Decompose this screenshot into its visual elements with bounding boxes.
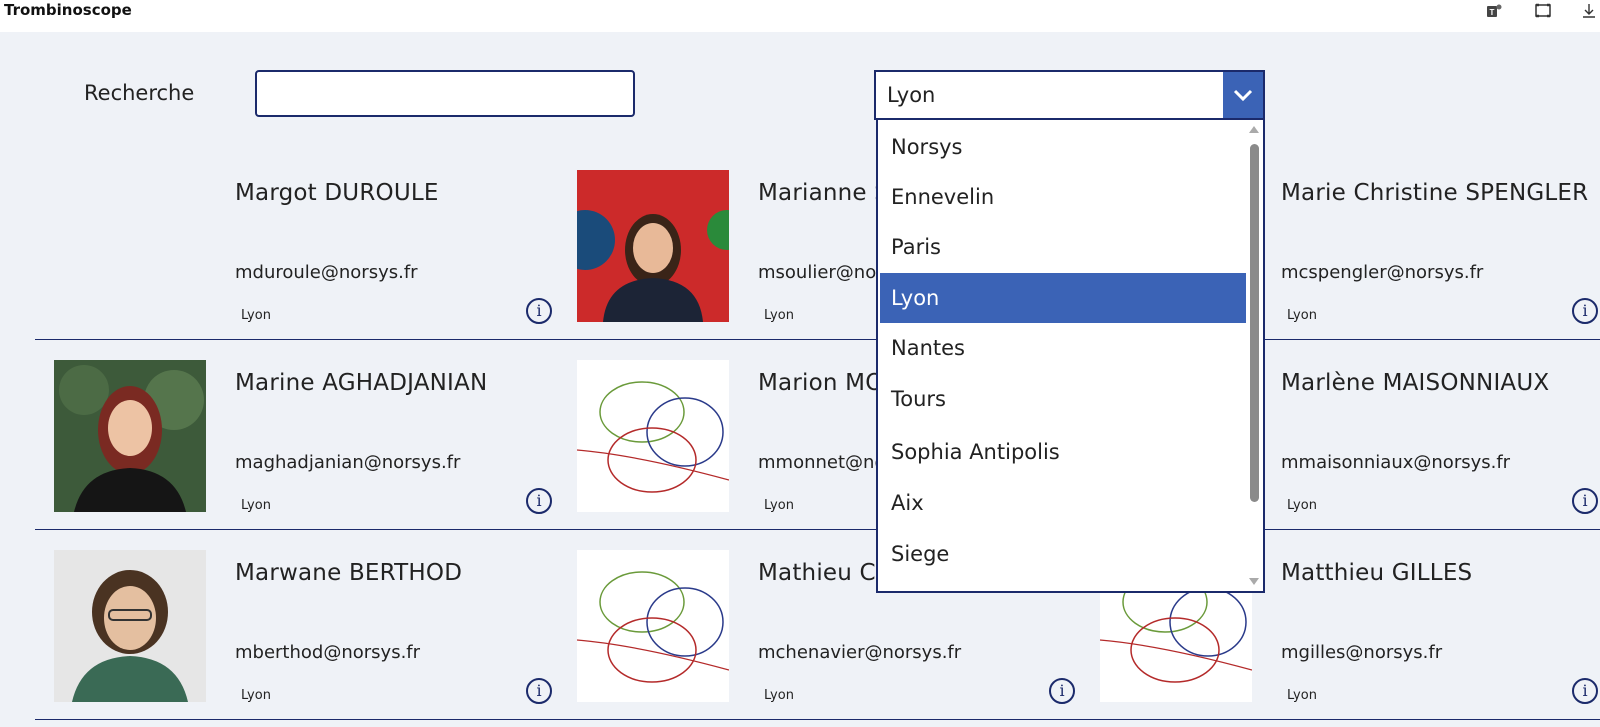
dropdown-option[interactable]: Tours [880,374,1246,424]
city-dropdown-list: Norsys Ennevelin Paris Lyon Nantes Tours… [876,120,1265,593]
info-icon[interactable]: i [526,298,552,324]
row-divider [35,719,1600,720]
scroll-down-arrow-icon[interactable] [1249,578,1259,585]
info-icon[interactable]: i [1049,678,1075,704]
person-photo [54,550,206,702]
person-email: maghadjanian@norsys.fr [235,452,461,473]
person-city: Lyon [1287,688,1317,703]
person-email: mduroule@norsys.fr [235,262,418,283]
person-city: Lyon [764,498,794,513]
person-card[interactable]: Marwane BERTHOD mberthod@norsys.fr Lyon … [35,530,558,720]
person-card[interactable]: Margot DUROULE mduroule@norsys.fr Lyon i [35,150,558,340]
person-city: Lyon [241,498,271,513]
person-email: mcspengler@norsys.fr [1281,262,1484,283]
person-name: Margot DUROULE [235,180,439,206]
person-name: Marie Christine SPENGLER [1281,180,1589,206]
info-icon[interactable]: i [1572,298,1598,324]
city-dropdown-value: Lyon [887,83,936,107]
person-city: Lyon [241,308,271,323]
fullscreen-icon[interactable] [1534,2,1552,20]
dropdown-option[interactable]: Norsys [880,122,1246,172]
dropdown-option[interactable]: Ennevelin [880,172,1246,222]
download-icon[interactable] [1580,2,1598,20]
dropdown-option[interactable]: Siege [880,529,1246,579]
search-input[interactable] [255,70,635,117]
person-name: Marlène MAISONNIAUX [1281,370,1550,396]
person-city: Lyon [764,308,794,323]
dropdown-option[interactable]: Nantes [880,323,1246,373]
person-city: Lyon [241,688,271,703]
person-card[interactable]: Marine AGHADJANIAN maghadjanian@norsys.f… [35,340,558,530]
dropdown-option[interactable]: Aix [880,478,1246,528]
scroll-up-arrow-icon[interactable] [1249,126,1259,133]
app-title: Trombinoscope [4,1,132,19]
person-email: mmaisonniaux@norsys.fr [1281,452,1511,473]
city-dropdown[interactable]: Lyon [874,70,1265,120]
person-name: Marine AGHADJANIAN [235,370,488,396]
dropdown-scrollbar[interactable] [1250,144,1259,502]
info-icon[interactable]: i [526,678,552,704]
chevron-down-icon[interactable] [1223,72,1263,118]
info-icon[interactable]: i [1572,678,1598,704]
search-label: Recherche [84,81,195,105]
person-photo-placeholder [577,360,729,512]
person-name: Marwane BERTHOD [235,560,463,586]
dropdown-option-selected[interactable]: Lyon [880,273,1246,323]
teams-icon[interactable]: T [1485,2,1503,20]
person-city: Lyon [764,688,794,703]
dropdown-option[interactable]: Sophia Antipolis [880,427,1246,477]
svg-text:T: T [1490,8,1495,17]
person-email: mgilles@norsys.fr [1281,642,1443,663]
person-email: mberthod@norsys.fr [235,642,421,663]
title-bar: Trombinoscope T [0,0,1600,32]
person-photo [577,170,729,322]
person-photo [54,360,206,512]
info-icon[interactable]: i [526,488,552,514]
info-icon[interactable]: i [1572,488,1598,514]
dropdown-option[interactable]: Paris [880,222,1246,272]
person-email: mchenavier@norsys.fr [758,642,962,663]
person-name: Matthieu GILLES [1281,560,1473,586]
person-photo-placeholder [577,550,729,702]
person-city: Lyon [1287,498,1317,513]
person-city: Lyon [1287,308,1317,323]
